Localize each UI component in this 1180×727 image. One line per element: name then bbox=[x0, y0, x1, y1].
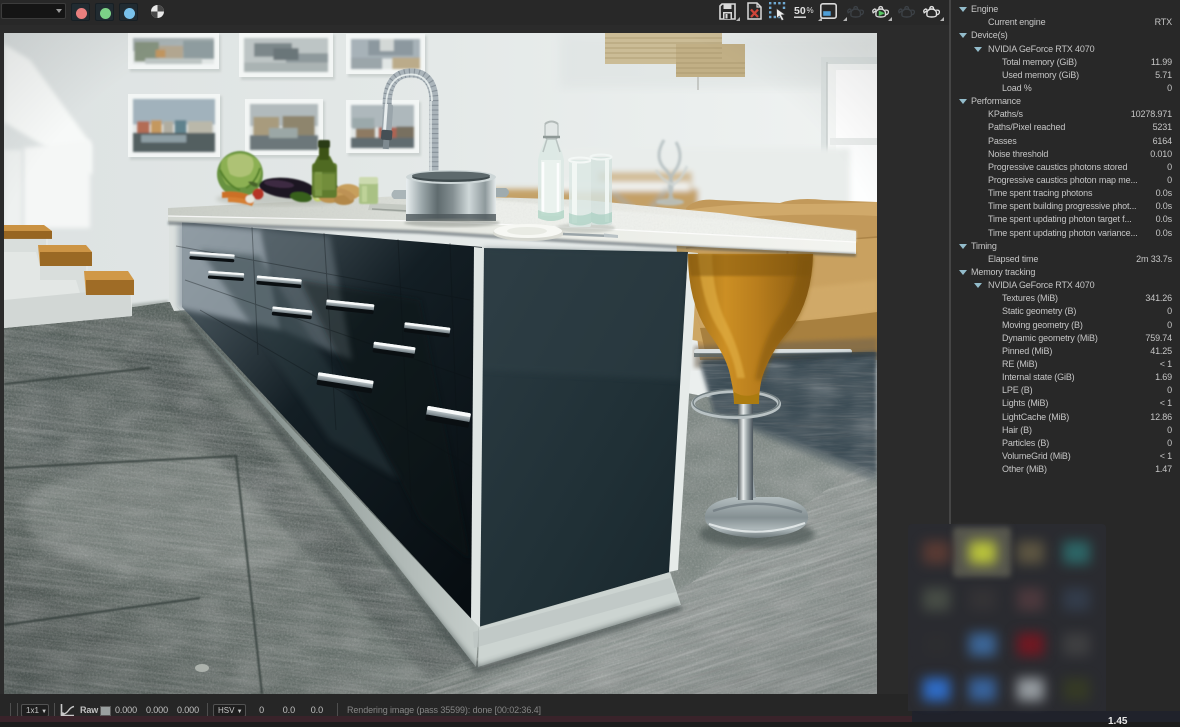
svg-text:50: 50 bbox=[794, 5, 806, 17]
svg-text:%: % bbox=[807, 6, 814, 15]
